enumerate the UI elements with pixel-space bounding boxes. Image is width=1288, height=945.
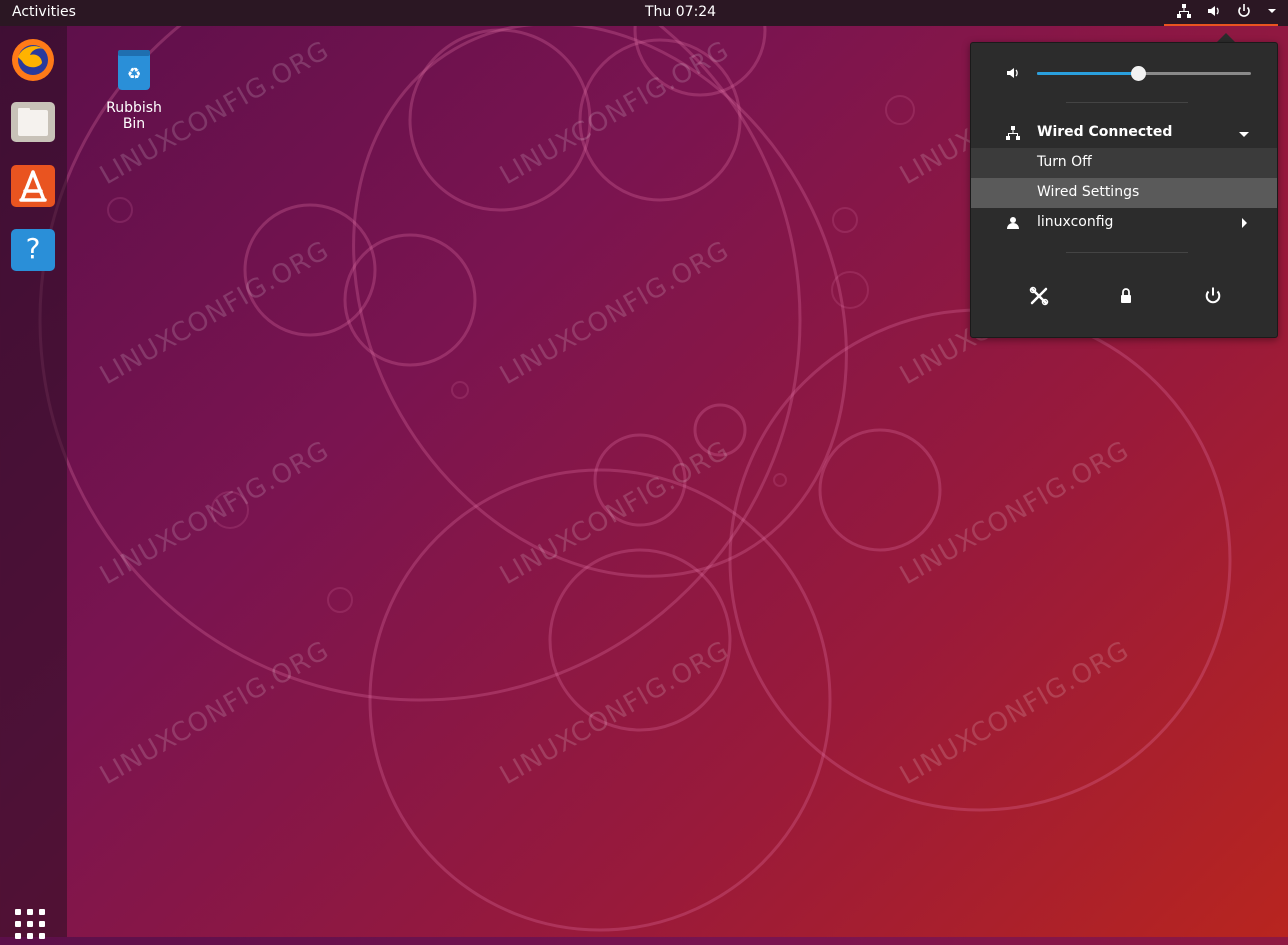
menu-item-label: Wired Settings <box>1037 184 1140 200</box>
power-icon <box>1205 287 1221 304</box>
network-row[interactable]: Wired Connected <box>971 118 1277 148</box>
volume-icon[interactable] <box>1206 3 1222 19</box>
volume-row <box>971 63 1277 83</box>
dock-item-help[interactable]: ? <box>9 226 57 274</box>
volume-icon <box>1007 68 1018 78</box>
volume-slider-fill <box>1037 72 1138 75</box>
top-bar: Activities Thu 07:24 <box>0 0 1288 26</box>
power-icon[interactable] <box>1236 3 1252 19</box>
system-tray[interactable] <box>1176 3 1278 19</box>
dock-item-software[interactable] <box>9 162 57 210</box>
user-name: linuxconfig <box>1037 214 1114 230</box>
settings-icon <box>1029 286 1049 306</box>
user-row[interactable]: linuxconfig <box>971 208 1277 238</box>
dock-item-files[interactable] <box>9 98 57 146</box>
activities-button[interactable]: Activities <box>12 4 76 20</box>
power-off-button[interactable] <box>1203 286 1223 306</box>
network-icon <box>1006 126 1020 140</box>
lock-icon <box>1121 288 1131 303</box>
dock: ? <box>0 26 67 939</box>
files-icon <box>11 102 55 142</box>
menu-item-wired-settings[interactable]: Wired Settings <box>971 178 1277 208</box>
svg-text:♻: ♻ <box>127 64 141 83</box>
trash-icon: ♻ <box>118 50 150 90</box>
chevron-down-icon[interactable] <box>1266 5 1278 17</box>
network-title: Wired Connected <box>1037 124 1173 140</box>
clock-button[interactable]: Thu 07:24 <box>645 4 716 20</box>
network-icon[interactable] <box>1176 3 1192 19</box>
volume-slider[interactable] <box>1037 66 1251 81</box>
separator <box>1066 102 1188 103</box>
system-menu: Wired Connected Turn Off Wired Settings … <box>970 42 1278 338</box>
menu-item-label: Turn Off <box>1037 154 1092 170</box>
separator <box>1066 252 1188 253</box>
software-icon <box>11 165 55 207</box>
lock-button[interactable] <box>1116 286 1136 306</box>
trash-label: Rubbish Bin <box>106 100 162 132</box>
volume-slider-handle[interactable] <box>1130 66 1146 81</box>
firefox-icon <box>12 39 54 81</box>
chevron-down-icon <box>1239 132 1249 137</box>
chevron-right-icon <box>1242 218 1247 228</box>
menu-item-turn-off[interactable]: Turn Off <box>971 148 1277 178</box>
settings-button[interactable] <box>1029 286 1049 306</box>
dock-item-firefox[interactable] <box>9 36 57 84</box>
desktop-trash[interactable]: ♻ Rubbish Bin <box>94 48 174 132</box>
tray-active-indicator <box>1164 24 1278 26</box>
app-grid-icon[interactable] <box>15 909 51 945</box>
user-icon <box>1007 217 1019 229</box>
help-glyph: ? <box>25 232 41 265</box>
